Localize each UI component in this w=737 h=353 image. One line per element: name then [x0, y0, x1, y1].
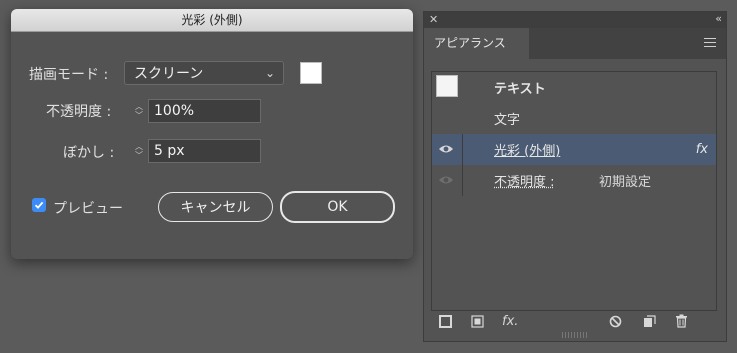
checkmark-icon: [34, 201, 44, 209]
stepper-down-icon: ﹀: [135, 151, 143, 160]
blur-stepper[interactable]: ︿ ﹀: [130, 139, 148, 163]
list-item-opacity[interactable]: 不透明度 : 初期設定: [432, 165, 716, 196]
blend-mode-value: スクリーン: [134, 66, 204, 82]
stepper-down-icon: ﹀: [135, 111, 143, 120]
blur-label: ぼかし :: [63, 145, 115, 161]
list-item-label[interactable]: 光彩 (外側): [494, 140, 560, 159]
tab-appearance[interactable]: アピアランス: [424, 28, 529, 59]
list-item-characters[interactable]: 文字: [432, 103, 716, 134]
close-icon[interactable]: ✕: [429, 13, 438, 26]
add-fill-icon[interactable]: [471, 315, 484, 328]
dialog-title: 光彩 (外側): [11, 9, 413, 32]
blend-mode-select[interactable]: スクリーン ⌄: [124, 61, 284, 85]
text-thumbnail: [436, 75, 458, 97]
eye-icon[interactable]: [438, 143, 454, 155]
list-item-text[interactable]: テキスト: [432, 72, 716, 103]
preview-checkbox[interactable]: [32, 198, 46, 212]
chevron-down-icon: ⌄: [264, 66, 276, 80]
stepper-up-icon: ︿: [135, 142, 143, 151]
appearance-list: テキスト 文字 光彩 (外側) fx 不透明度 : 初期設定: [431, 71, 717, 311]
panel-footer: fx.: [424, 312, 726, 332]
blend-mode-label: 描画モード :: [29, 67, 109, 83]
add-stroke-icon[interactable]: [439, 315, 452, 328]
list-item-outer-glow[interactable]: 光彩 (外側) fx: [432, 134, 716, 165]
opacity-stepper[interactable]: ︿ ﹀: [130, 99, 148, 123]
glow-color-swatch[interactable]: [300, 62, 322, 84]
panel-header: ✕ ‹‹: [424, 12, 726, 28]
outer-glow-dialog: 光彩 (外側) 描画モード : スクリーン ⌄ 不透明度 : ︿ ﹀ 100% …: [11, 9, 413, 259]
cancel-button[interactable]: キャンセル: [158, 192, 273, 222]
fx-icon[interactable]: fx: [696, 142, 708, 157]
eye-icon[interactable]: [438, 174, 454, 186]
ok-button[interactable]: OK: [280, 191, 395, 223]
stepper-up-icon: ︿: [135, 102, 143, 111]
panel-menu-icon[interactable]: [704, 38, 716, 50]
opacity-input[interactable]: 100%: [148, 99, 261, 123]
appearance-panel: ✕ ‹‹ アピアランス テキスト 文字 光彩 (外側) fx 不透明度: 初期…: [423, 11, 727, 342]
list-item-label[interactable]: 不透明度 :: [494, 171, 555, 190]
preview-label: プレビュー: [53, 201, 123, 217]
clear-appearance-icon[interactable]: [609, 315, 622, 328]
blur-input[interactable]: 5 px: [148, 139, 261, 163]
list-item-label: 文字: [494, 113, 521, 128]
collapse-icon[interactable]: ‹‹: [715, 12, 722, 25]
opacity-setting: 初期設定: [599, 175, 652, 190]
row-divider: [462, 134, 463, 165]
panel-tabbar: アピアランス: [424, 28, 726, 59]
list-item-label: テキスト: [494, 82, 546, 97]
duplicate-item-icon[interactable]: [643, 315, 656, 328]
trash-icon[interactable]: [675, 314, 688, 328]
resize-grip[interactable]: [562, 332, 588, 338]
add-effect-icon[interactable]: fx.: [502, 314, 518, 329]
opacity-label: 不透明度 :: [46, 104, 112, 120]
row-divider: [462, 165, 463, 196]
